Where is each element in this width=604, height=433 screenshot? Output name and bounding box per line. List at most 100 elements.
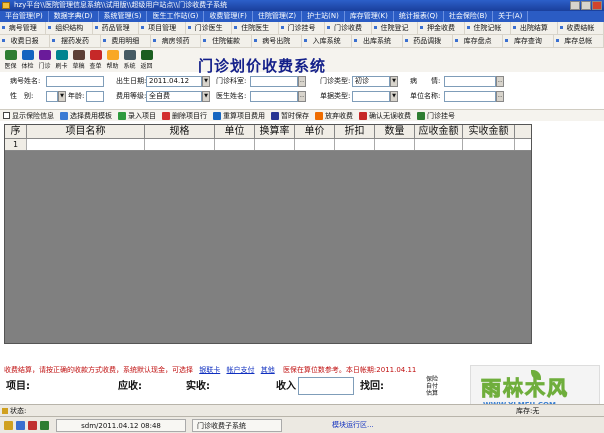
module-link-row1-8[interactable]: 住院登记 — [372, 22, 419, 34]
module-link-row1-1[interactable]: 组织结构 — [46, 22, 93, 34]
menu-item-2[interactable]: 系统管理(S) — [99, 11, 148, 22]
fee-level-select[interactable]: 全自费 — [146, 91, 202, 102]
column-header-3[interactable]: 单位 — [215, 125, 255, 138]
column-header-2[interactable]: 规格 — [145, 125, 215, 138]
module-link-row1-3[interactable]: 项目管理 — [139, 22, 186, 34]
toolbar-button-1[interactable]: 体检 — [19, 48, 36, 70]
visit-date-input[interactable]: 2011.04.12 — [146, 76, 202, 87]
minimize-icon[interactable] — [570, 1, 580, 10]
module-link-row2-7[interactable]: 出库系统 — [352, 35, 403, 47]
module-link-row2-8[interactable]: 药品调拨 — [403, 35, 453, 47]
other-pay-link[interactable]: 其他 — [261, 366, 275, 374]
module-link-row1-7[interactable]: 门诊收费 — [325, 22, 372, 34]
form-type-dropdown-icon[interactable]: ▼ — [390, 91, 398, 102]
active-module-tab[interactable]: 门诊收费子系统 — [192, 419, 282, 432]
menu-item-0[interactable]: 平台管理(P) — [0, 11, 49, 22]
menu-item-4[interactable]: 收费管理(F) — [204, 11, 253, 22]
menu-item-6[interactable]: 护士站(N) — [302, 11, 345, 22]
doctor-lookup-icon[interactable]: … — [298, 91, 306, 102]
dept-lookup-icon[interactable]: … — [298, 76, 306, 87]
module-link-row1-4[interactable]: 门诊医生 — [186, 22, 233, 34]
module-link-row2-11[interactable]: 库存总帐 — [554, 35, 604, 47]
column-header-8[interactable]: 应收金额 — [415, 125, 463, 138]
register-button[interactable]: 门诊挂号 — [417, 110, 455, 122]
unit-lookup-icon[interactable]: … — [496, 91, 504, 102]
delete-item-button[interactable]: 删除项目行 — [162, 110, 207, 122]
toolbar-button-4[interactable]: 草稿 — [70, 48, 87, 70]
document-icon[interactable] — [28, 421, 37, 430]
menu-item-3[interactable]: 医生工作站(G) — [147, 11, 205, 22]
enter-item-button[interactable]: 录入项目 — [118, 110, 156, 122]
show-insurance-checkbox[interactable] — [3, 112, 10, 119]
module-link-row2-6[interactable]: 入库系统 — [302, 35, 353, 47]
table-cell[interactable] — [295, 139, 335, 150]
gender-select[interactable] — [46, 91, 58, 102]
received-input[interactable] — [298, 377, 354, 395]
computer-icon[interactable] — [16, 421, 25, 430]
form-type-select[interactable] — [352, 91, 390, 102]
module-link-row1-6[interactable]: 门诊挂号 — [279, 22, 326, 34]
column-header-7[interactable]: 数量 — [375, 125, 415, 138]
table-cell[interactable] — [255, 139, 295, 150]
toolbar-button-8[interactable]: 返回 — [138, 48, 155, 70]
module-link-row1-12[interactable]: 收费结帐 — [558, 22, 604, 34]
table-cell[interactable] — [415, 139, 463, 150]
module-link-row1-10[interactable]: 住院记帐 — [465, 22, 512, 34]
show-insurance-label[interactable]: 显示保险信息 — [12, 110, 54, 122]
age-input[interactable] — [86, 91, 104, 102]
toolbar-button-3[interactable]: 刷卡 — [53, 48, 70, 70]
menu-item-7[interactable]: 库存管理(K) — [345, 11, 394, 22]
visit-type-dropdown-icon[interactable]: ▼ — [390, 76, 398, 87]
visit-type-select[interactable]: 初诊 — [352, 76, 390, 87]
column-header-0[interactable]: 序 — [5, 125, 27, 138]
fee-level-dropdown-icon[interactable]: ▼ — [202, 91, 210, 102]
module-link-row2-5[interactable]: 病号出院 — [252, 35, 302, 47]
menu-item-5[interactable]: 住院管理(Z) — [253, 11, 303, 22]
toolbar-button-6[interactable]: 帮助 — [104, 48, 121, 70]
menu-item-9[interactable]: 社会保险(B) — [444, 11, 494, 22]
close-icon[interactable] — [592, 1, 602, 10]
module-link-row2-0[interactable]: 收费日报 — [0, 35, 51, 47]
toolbar-button-7[interactable]: 系统 — [121, 48, 138, 70]
module-link-row2-4[interactable]: 住院催款 — [201, 35, 252, 47]
module-link-row2-2[interactable]: 费用明细 — [101, 35, 151, 47]
folder-icon[interactable] — [4, 421, 13, 430]
maximize-icon[interactable] — [581, 1, 591, 10]
menu-item-1[interactable]: 数据字典(D) — [49, 11, 99, 22]
column-header-9[interactable]: 实收金额 — [463, 125, 515, 138]
menu-item-10[interactable]: 关于(A) — [493, 11, 529, 22]
module-link-row1-0[interactable]: 病号管理 — [0, 22, 47, 34]
table-cell[interactable] — [463, 139, 515, 150]
reset-fee-button[interactable]: 重算项目费用 — [213, 110, 265, 122]
module-run-area-link[interactable]: 模块运行区... — [332, 419, 374, 432]
toolbar-button-2[interactable]: 门诊 — [36, 48, 53, 70]
module-link-row1-2[interactable]: 药品管理 — [93, 22, 140, 34]
module-link-row1-5[interactable]: 住院医生 — [232, 22, 279, 34]
column-header-6[interactable]: 折扣 — [335, 125, 375, 138]
module-link-row2-1[interactable]: 摆药发药 — [50, 35, 101, 47]
table-cell[interactable] — [145, 139, 215, 150]
unit-input[interactable] — [444, 91, 496, 102]
toolbar-button-5[interactable]: 查单 — [87, 48, 104, 70]
visit-date-dropdown-icon[interactable]: ▼ — [202, 76, 210, 87]
dept-input[interactable] — [250, 76, 298, 87]
patient-name-input[interactable] — [46, 76, 104, 87]
select-template-button[interactable]: 选择费用模板 — [60, 110, 112, 122]
table-cell[interactable] — [375, 139, 415, 150]
disease-lookup-icon[interactable]: … — [496, 76, 504, 87]
table-cell[interactable] — [215, 139, 255, 150]
table-cell[interactable] — [335, 139, 375, 150]
column-header-1[interactable]: 项目名称 — [27, 125, 145, 138]
cancel-fee-button[interactable]: 放弃收费 — [315, 110, 353, 122]
module-link-row2-9[interactable]: 库存盘点 — [453, 35, 504, 47]
column-header-4[interactable]: 换算率 — [255, 125, 295, 138]
unionpay-link[interactable]: 银联卡 — [199, 366, 220, 374]
module-link-row2-3[interactable]: 病房领药 — [151, 35, 202, 47]
module-link-row2-10[interactable]: 库存查询 — [503, 35, 554, 47]
doctor-input[interactable] — [250, 91, 298, 102]
column-header-5[interactable]: 单价 — [295, 125, 335, 138]
tools-icon[interactable] — [40, 421, 49, 430]
temp-save-button[interactable]: 暂时保存 — [271, 110, 309, 122]
module-link-row1-9[interactable]: 押金收费 — [418, 22, 465, 34]
menu-item-8[interactable]: 统计报表(Q) — [394, 11, 444, 22]
